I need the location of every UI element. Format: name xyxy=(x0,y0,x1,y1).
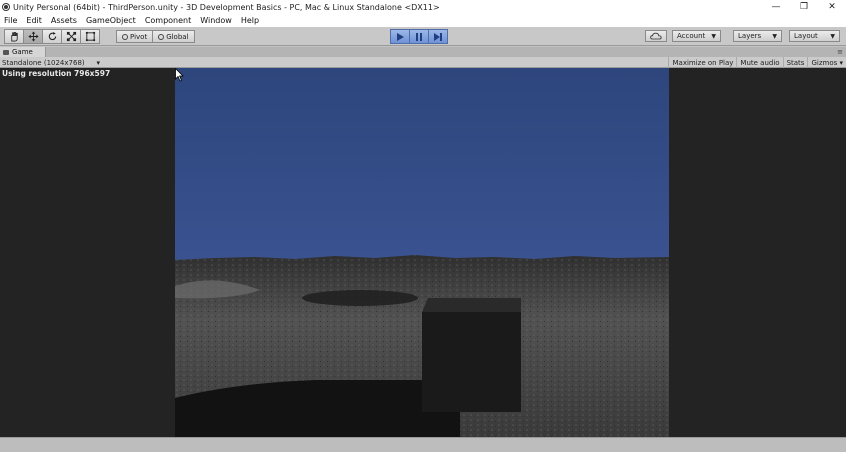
maximize-on-play-toggle[interactable]: Maximize on Play xyxy=(668,57,736,68)
title-bar: Unity Personal (64bit) - ThirdPerson.uni… xyxy=(0,0,846,14)
tab-game[interactable]: Game xyxy=(0,47,46,57)
game-tab-bar: Game ≡ xyxy=(0,47,846,57)
scale-tool-button[interactable] xyxy=(61,29,81,44)
layout-chevron-down-icon: ▼ xyxy=(830,32,835,40)
cube[interactable] xyxy=(422,312,521,412)
game-view-toggles: Maximize on Play Mute audio Stats Gizmos… xyxy=(668,57,846,68)
account-label: Account xyxy=(677,32,706,40)
rendered-scene xyxy=(175,68,669,437)
pause-icon xyxy=(416,32,422,41)
mouse-cursor-icon xyxy=(175,68,184,82)
play-button[interactable] xyxy=(390,29,410,44)
sky xyxy=(175,68,669,260)
rect-transform-icon xyxy=(85,31,95,42)
globe-icon xyxy=(158,33,165,40)
play-icon xyxy=(397,32,404,41)
cloud-icon xyxy=(650,32,662,40)
pivot-button[interactable]: Pivot xyxy=(116,30,154,43)
crater xyxy=(302,290,418,306)
menu-component[interactable]: Component xyxy=(141,16,196,25)
layers-chevron-down-icon: ▼ xyxy=(772,32,777,40)
game-view-controls: Standalone (1024x768) ▾ Maximize on Play… xyxy=(0,57,846,68)
minimize-button[interactable]: — xyxy=(762,0,790,14)
rotate-icon xyxy=(48,31,56,41)
account-dropdown[interactable]: Account ▼ xyxy=(672,30,721,42)
rotate-tool-button[interactable] xyxy=(42,29,62,44)
move-arrows-icon xyxy=(27,31,39,42)
layout-dropdown[interactable]: Layout ▼ xyxy=(789,30,840,42)
step-icon xyxy=(434,32,442,41)
playback-controls xyxy=(390,29,448,44)
resolution-note: Using resolution 796x597 xyxy=(2,69,111,78)
unity-logo-icon xyxy=(2,3,10,11)
gizmos-dropdown[interactable]: Gizmos ▾ xyxy=(807,57,846,68)
game-view[interactable]: Using resolution 796x597 xyxy=(0,68,846,437)
cube-top-face xyxy=(422,298,521,312)
resolution-label: Standalone (1024x768) xyxy=(2,58,85,67)
scale-icon xyxy=(66,31,76,42)
global-label: Global xyxy=(166,32,189,41)
pivot-global-toggles: Pivot Global xyxy=(116,30,195,45)
layers-dropdown[interactable]: Layers ▼ xyxy=(733,30,782,42)
layers-label: Layers xyxy=(738,32,762,40)
gizmos-chevron-down-icon: ▾ xyxy=(839,58,843,67)
restore-button[interactable]: ❐ xyxy=(790,0,818,14)
menu-window[interactable]: Window xyxy=(196,16,237,25)
move-tool-button[interactable] xyxy=(23,29,43,44)
gizmos-label: Gizmos xyxy=(811,58,838,67)
step-button[interactable] xyxy=(428,29,448,44)
menu-bar: File Edit Assets GameObject Component Wi… xyxy=(0,14,846,27)
game-tab-label: Game xyxy=(12,48,33,56)
transform-tools xyxy=(4,29,100,44)
game-viewport[interactable] xyxy=(175,68,669,437)
layout-label: Layout xyxy=(794,32,818,40)
rect-tool-button[interactable] xyxy=(80,29,100,44)
menu-file[interactable]: File xyxy=(0,16,22,25)
resolution-chevron-down-icon: ▾ xyxy=(96,58,100,67)
hand-tool-button[interactable] xyxy=(4,29,24,44)
window-controls: — ❐ ✕ xyxy=(762,0,846,14)
main-toolbar: Pivot Global Account ▼ Layers ▼ Layout ▼ xyxy=(0,27,846,46)
game-controller-icon xyxy=(3,49,9,55)
account-chevron-down-icon: ▼ xyxy=(711,32,716,40)
window-title: Unity Personal (64bit) - ThirdPerson.uni… xyxy=(13,2,440,12)
stats-toggle[interactable]: Stats xyxy=(782,57,808,68)
cloud-button[interactable] xyxy=(645,30,667,42)
pivot-icon xyxy=(122,33,128,40)
menu-help[interactable]: Help xyxy=(237,16,264,25)
global-button[interactable]: Global xyxy=(152,30,195,43)
pause-button[interactable] xyxy=(409,29,429,44)
close-button[interactable]: ✕ xyxy=(818,0,846,14)
mute-audio-toggle[interactable]: Mute audio xyxy=(736,57,782,68)
menu-edit[interactable]: Edit xyxy=(22,16,47,25)
resolution-dropdown[interactable]: Standalone (1024x768) ▾ xyxy=(2,58,100,67)
menu-assets[interactable]: Assets xyxy=(47,16,82,25)
panel-menu-icon[interactable]: ≡ xyxy=(837,48,843,56)
hand-icon xyxy=(10,31,18,42)
menu-gameobject[interactable]: GameObject xyxy=(82,16,141,25)
status-bar xyxy=(0,437,846,452)
pivot-label: Pivot xyxy=(130,32,148,41)
